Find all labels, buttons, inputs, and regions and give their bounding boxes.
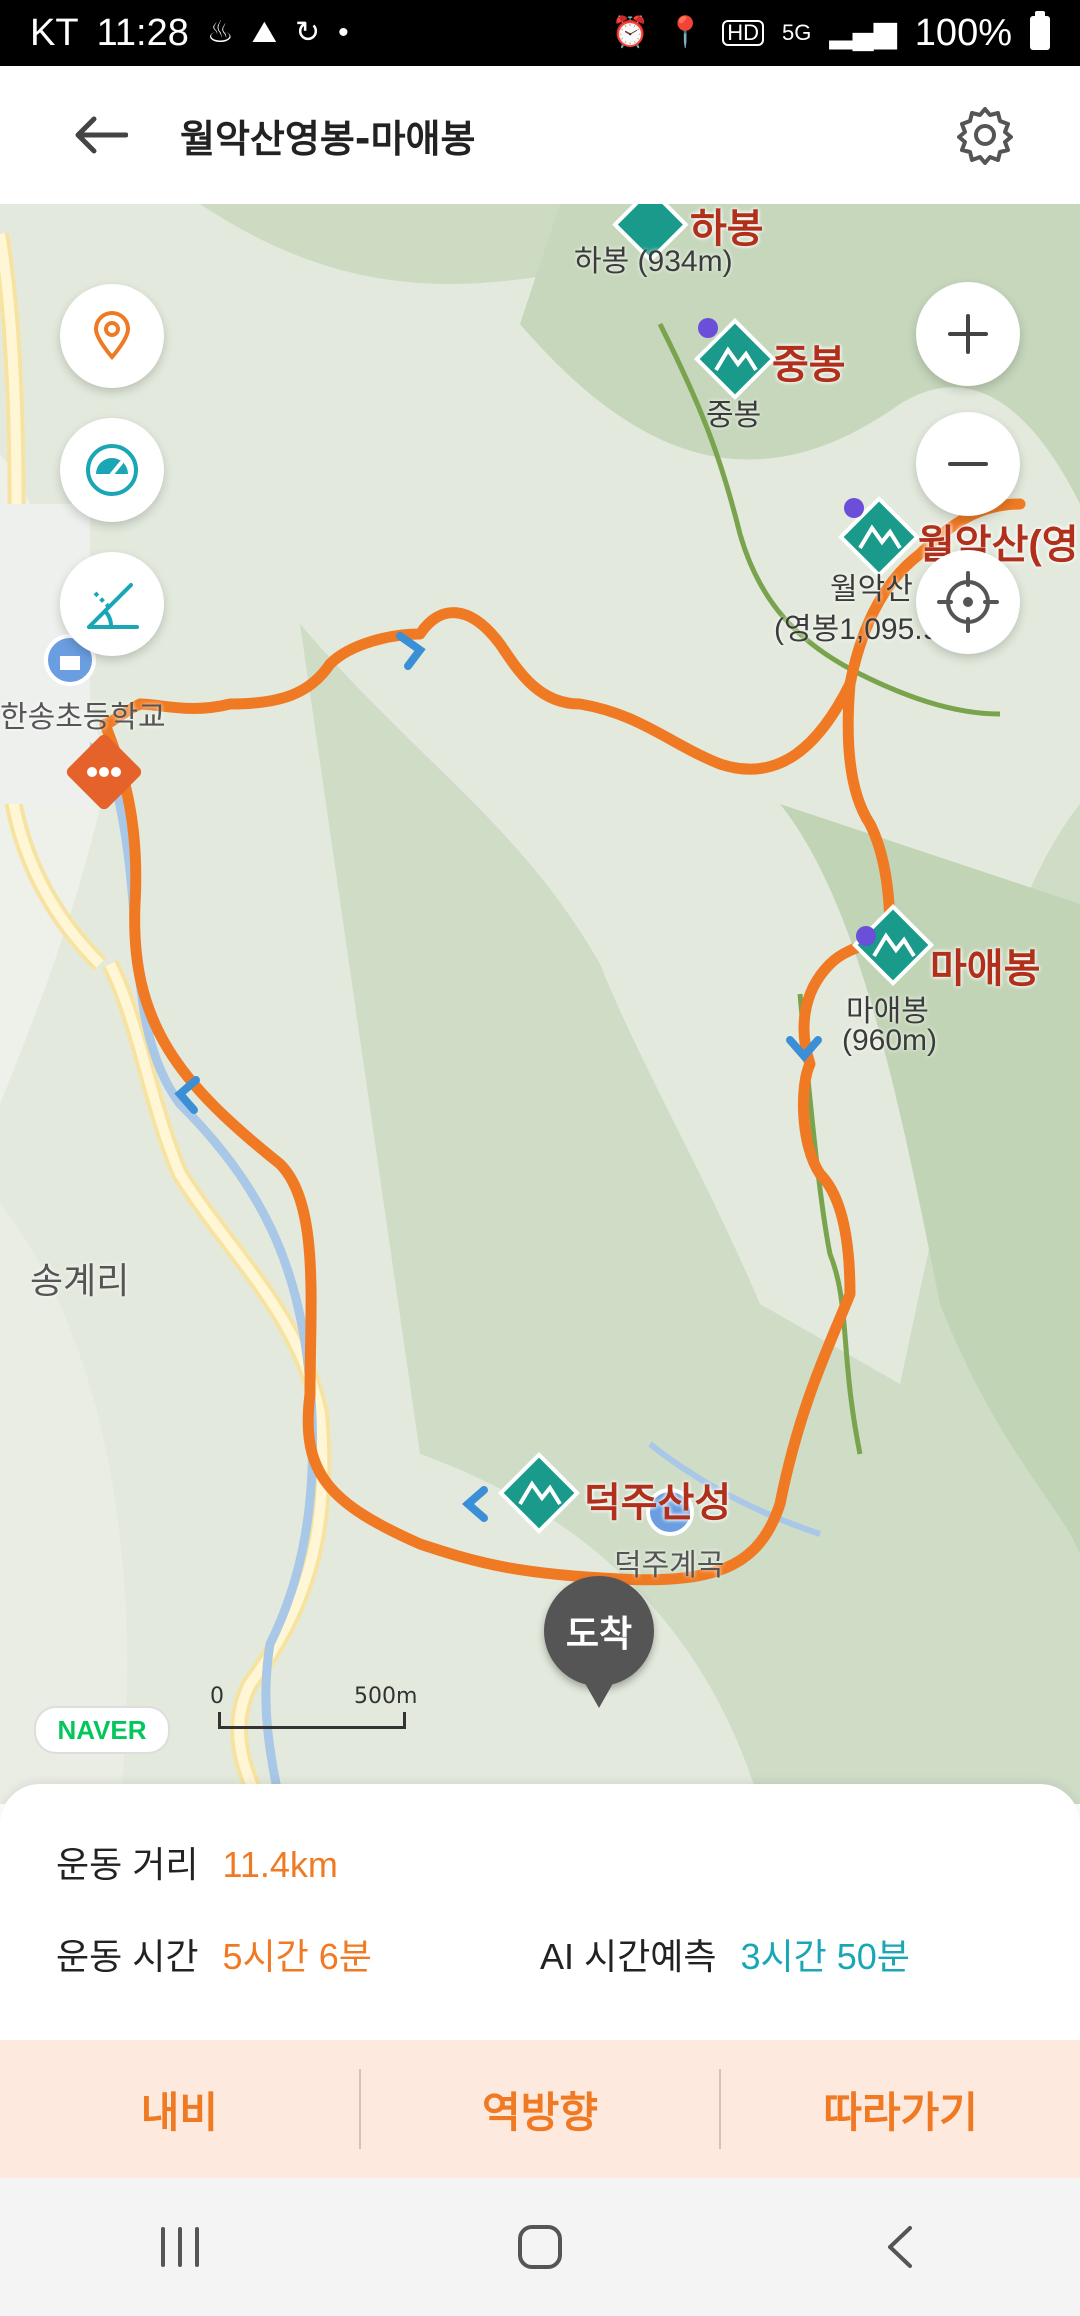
signal-icon: ▂▄▆ [829,16,897,49]
peak-sub-jungbong: 중봉 [706,399,762,432]
speed-gauge-button[interactable] [60,418,164,522]
peak-label-maaebong: 마애봉 [930,947,1041,991]
time-stat: 운동 시간 5시간 6분 [56,1928,372,1980]
follow-route-button[interactable]: 따라가기 [721,2040,1080,2178]
peak-sub2-yeongbong: (영봉1,095.9 [774,613,940,646]
crosshair-icon [937,571,999,633]
home-icon [518,2225,562,2269]
zoom-in-button[interactable] [916,282,1020,386]
time-label: 운동 시간 [56,1936,199,1977]
dot-icon: • [338,16,349,49]
network-label: 5G [782,20,812,45]
scale-start-label: 0 [210,1684,224,1709]
peak-label-jungbong: 중봉 [772,343,846,387]
place-label-school: 한송초등학교 [0,701,166,734]
zoom-out-button[interactable] [916,412,1020,516]
distance-stat: 운동 거리 11.4km [56,1836,338,1888]
speedometer-icon [86,444,138,496]
clock: 11:28 [96,11,189,54]
app-header: 월악산영봉-마애봉 [0,66,1080,204]
recent-apps-icon [161,2227,199,2267]
status-left: KT 11:28 ♨ ⛰ ↻ • [30,12,349,55]
location-pin-icon [93,311,131,361]
back-arrow-icon [75,116,128,154]
slope-angle-icon [87,583,139,629]
scale-end-label: 500m [354,1684,418,1709]
peak-sub1-yeongbong: 월악산 [830,573,913,606]
hiking-icon: ⛰ [251,16,277,49]
status-right: ⏰ 📍 HD 5G ▂▄▆ 100% [611,11,1050,55]
plus-icon [948,314,988,354]
chevron-left-icon [888,2226,912,2268]
ai-estimate-stat: AI 시간예측 3시간 50분 [540,1928,910,1980]
naver-logo: NAVER [34,1706,170,1754]
slope-button[interactable] [60,552,164,656]
ai-estimate-label: AI 시간예측 [540,1936,717,1977]
action-bar: 내비 역방향 따라가기 [0,2040,1080,2178]
settings-button[interactable] [940,90,1030,180]
scale-line [218,1712,406,1729]
navigate-button[interactable]: 내비 [0,2040,359,2178]
minus-icon [948,462,988,466]
map-scale: 0 500m [210,1684,420,1748]
location-icon: 📍 [666,16,705,49]
system-nav-bar [0,2178,1080,2316]
my-location-pin-button[interactable] [60,284,164,388]
system-back-button[interactable] [820,2197,980,2297]
arrival-pin[interactable]: 도착 [544,1576,654,1708]
battery-icon [1030,11,1050,50]
gear-icon [957,107,1013,165]
alarm-icon: ⏰ [611,16,649,49]
reverse-route-button[interactable]: 역방향 [361,2040,720,2178]
peak-label-deokjusanseong: 덕주산성 [584,1481,732,1525]
battery-percent: 100% [914,11,1012,54]
peak-sub2-maaebong: (960m) [842,1024,938,1057]
map-view[interactable]: 하봉 하봉 (934m) 중봉 중봉 월악산(영 월악산 (영봉1,095.9 … [0,204,1080,1804]
place-label-village: 송계리 [30,1260,130,1301]
sync-icon: ↻ [294,16,321,49]
recent-apps-button[interactable] [100,2197,260,2297]
home-button[interactable] [460,2197,620,2297]
status-bar: KT 11:28 ♨ ⛰ ↻ • ⏰ 📍 HD 5G ▂▄▆ 100% [0,0,1080,66]
hd-icon: HD [722,20,765,46]
peak-sub-habong: 하봉 (934m) [574,245,733,278]
distance-value: 11.4km [222,1844,338,1885]
stats-panel: 운동 거리 11.4km 운동 시간 5시간 6분 AI 시간예측 3시간 50분 [0,1784,1080,2044]
carrier-label: KT [30,11,79,54]
recenter-button[interactable] [916,550,1020,654]
time-value: 5시간 6분 [222,1936,372,1977]
distance-label: 운동 거리 [56,1844,199,1885]
activity-icon: ♨ [206,16,234,49]
page-title: 월악산영봉-마애봉 [180,116,476,161]
place-label-valley: 덕주계곡 [614,1549,725,1582]
back-button[interactable] [60,95,140,175]
ai-estimate-value: 3시간 50분 [740,1936,910,1977]
